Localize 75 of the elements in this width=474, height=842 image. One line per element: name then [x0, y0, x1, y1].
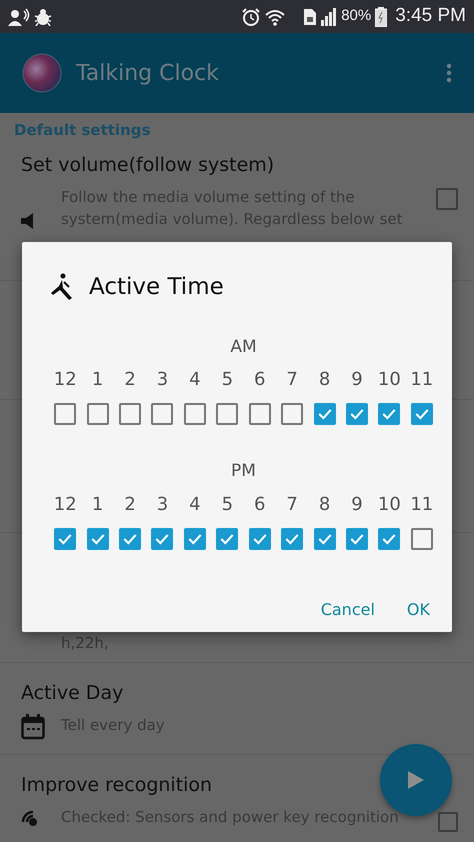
dialog-title: Active Time — [89, 273, 224, 302]
battery-icon — [375, 6, 388, 26]
hour-checkbox[interactable] — [378, 403, 400, 425]
voice-icon — [8, 8, 30, 26]
battery-percentage: 80% — [341, 6, 372, 26]
section-header: Default settings — [13, 120, 152, 141]
period-label: PM — [231, 460, 256, 483]
hour-label: 12 — [54, 492, 77, 516]
hour-label: 5 — [222, 492, 234, 516]
hour-checkbox[interactable] — [281, 403, 304, 425]
hour-label: 1 — [92, 368, 104, 392]
setting-title: Active Day — [21, 681, 124, 706]
dialog-button[interactable]: Cancel — [312, 594, 383, 626]
hour-label: 6 — [254, 492, 266, 516]
hour-label: 3 — [156, 368, 168, 392]
dialog-button[interactable]: OK — [398, 594, 438, 626]
hour-checkbox[interactable] — [281, 528, 304, 550]
sim-card-icon — [303, 8, 318, 26]
hour-label: 5 — [222, 368, 234, 392]
hour-checkbox[interactable] — [151, 403, 174, 425]
app-title: Talking Clock — [76, 60, 219, 88]
hour-checkbox[interactable] — [54, 528, 76, 550]
checkbox[interactable] — [438, 812, 458, 832]
hour-checkbox[interactable] — [54, 403, 76, 425]
hour-checkbox[interactable] — [86, 403, 109, 425]
hour-label: 4 — [189, 368, 201, 392]
hour-label: 8 — [318, 492, 330, 516]
signal-icon — [321, 8, 338, 26]
app-logo-icon — [22, 53, 62, 93]
hour-checkbox[interactable] — [151, 528, 174, 550]
hour-label: 8 — [318, 368, 330, 392]
hour-label: 11 — [410, 492, 434, 516]
hour-checkbox[interactable] — [410, 403, 433, 425]
hour-label: 10 — [378, 492, 401, 516]
calendar-icon — [21, 714, 45, 740]
hour-checkbox[interactable] — [119, 528, 142, 550]
hour-label: 2 — [124, 492, 136, 516]
hour-checkbox[interactable] — [184, 403, 206, 425]
hour-checkbox[interactable] — [248, 528, 271, 550]
wifi-icon — [265, 8, 286, 26]
hour-checkbox[interactable] — [314, 403, 336, 425]
hour-label: 9 — [351, 368, 363, 392]
period-label: AM — [230, 336, 257, 358]
hour-label: 11 — [410, 368, 434, 392]
setting-title: Improve recognition — [21, 773, 212, 798]
overflow-menu-icon[interactable] — [446, 63, 452, 83]
hour-label: 7 — [286, 368, 298, 392]
hour-label: 3 — [156, 492, 168, 516]
checkbox[interactable] — [436, 188, 458, 210]
hour-label: 4 — [189, 492, 201, 516]
sensor-icon — [21, 810, 39, 828]
hour-label: 12 — [54, 368, 77, 392]
hour-checkbox[interactable] — [86, 528, 109, 550]
hour-checkbox[interactable] — [184, 528, 206, 550]
hour-label: 2 — [124, 368, 136, 392]
hour-label: 7 — [286, 492, 298, 516]
runner-icon — [49, 273, 73, 302]
play-icon — [407, 770, 425, 790]
hour-checkbox[interactable] — [378, 528, 400, 550]
clock-time: 3:45 PM — [395, 4, 466, 28]
alarm-icon — [241, 6, 262, 26]
hour-checkbox[interactable] — [314, 528, 336, 550]
hour-checkbox[interactable] — [248, 403, 271, 425]
hour-label: 9 — [351, 492, 363, 516]
hour-checkbox[interactable] — [119, 403, 142, 425]
hour-label: 10 — [378, 368, 401, 392]
hour-checkbox[interactable] — [410, 528, 433, 550]
hour-checkbox[interactable] — [346, 528, 368, 550]
bug-icon — [34, 8, 52, 26]
hour-checkbox[interactable] — [216, 403, 238, 425]
hour-checkbox[interactable] — [216, 528, 238, 550]
hour-label: 6 — [254, 368, 266, 392]
hour-checkbox[interactable] — [346, 403, 368, 425]
setting-title: Set volume(follow system) — [21, 153, 274, 178]
hour-label: 1 — [92, 492, 104, 516]
